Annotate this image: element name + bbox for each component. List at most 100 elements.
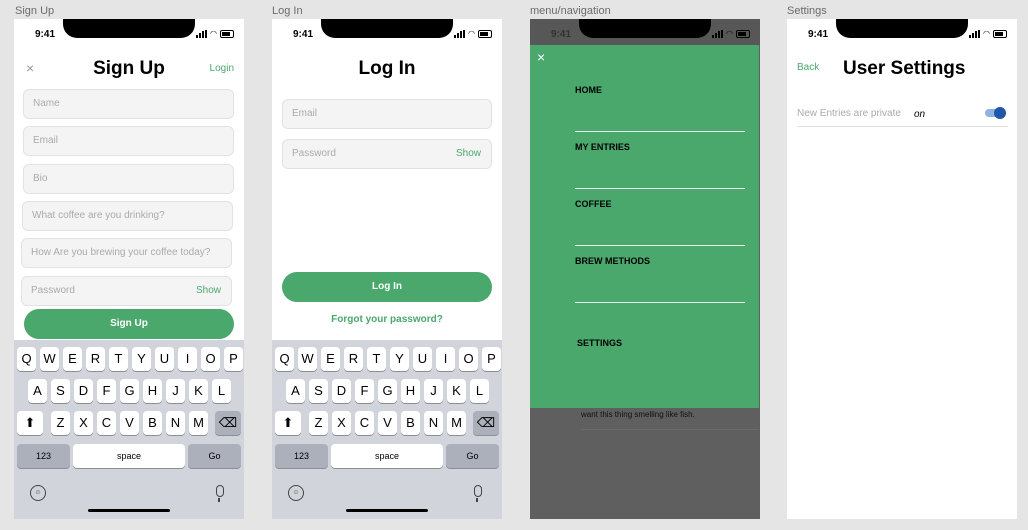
shift-key[interactable]: ⬆ (17, 411, 43, 435)
space-key[interactable]: space (73, 444, 185, 468)
key-m[interactable]: M (447, 411, 466, 435)
space-key[interactable]: space (331, 444, 443, 468)
key-o[interactable]: O (459, 347, 478, 371)
bio-field[interactable]: Bio (23, 164, 234, 194)
key-z[interactable]: Z (51, 411, 70, 435)
menu-item-my-entries[interactable]: MY ENTRIES (575, 142, 630, 152)
key-a[interactable]: A (28, 379, 47, 403)
key-a[interactable]: A (286, 379, 305, 403)
shift-key[interactable]: ⬆ (275, 411, 301, 435)
close-icon[interactable]: × (537, 49, 545, 65)
key-b[interactable]: B (143, 411, 162, 435)
name-field[interactable]: Name (23, 89, 234, 119)
key-u[interactable]: U (155, 347, 174, 371)
key-t[interactable]: T (109, 347, 128, 371)
go-key[interactable]: Go (188, 444, 241, 468)
menu-item-brew-methods[interactable]: BREW METHODS (575, 256, 650, 266)
settings-screen: 9:41 ◠ Back User Settings New Entries ar… (787, 19, 1017, 519)
delete-key[interactable]: ⌫ (215, 411, 241, 435)
key-h[interactable]: H (143, 379, 162, 403)
key-p[interactable]: P (224, 347, 243, 371)
key-z[interactable]: Z (309, 411, 328, 435)
key-h[interactable]: H (401, 379, 420, 403)
brewing-field[interactable]: How Are you brewing your coffee today? (21, 238, 232, 268)
frame-label-settings: Settings (787, 5, 827, 17)
menu-item-settings[interactable]: SETTINGS (577, 338, 622, 348)
key-g[interactable]: G (120, 379, 139, 403)
microphone-icon[interactable] (474, 485, 482, 502)
key-e[interactable]: E (321, 347, 340, 371)
key-d[interactable]: D (74, 379, 93, 403)
key-j[interactable]: J (424, 379, 443, 403)
key-l[interactable]: L (212, 379, 231, 403)
key-y[interactable]: Y (132, 347, 151, 371)
show-password-button[interactable]: Show (456, 140, 481, 168)
numbers-key[interactable]: 123 (17, 444, 70, 468)
signup-button[interactable]: Sign Up (24, 309, 234, 339)
background-divider (581, 429, 759, 430)
menu-screen: 9:41 ◠ × HOME MY ENTRIES COFFEE BREW MET… (530, 19, 760, 519)
key-x[interactable]: X (74, 411, 93, 435)
key-e[interactable]: E (63, 347, 82, 371)
navigation-drawer: × HOME MY ENTRIES COFFEE BREW METHODS SE… (530, 45, 759, 408)
key-n[interactable]: N (424, 411, 443, 435)
key-g[interactable]: G (378, 379, 397, 403)
key-x[interactable]: X (332, 411, 351, 435)
forgot-password-link[interactable]: Forgot your password? (272, 314, 502, 325)
coffee-field[interactable]: What coffee are you drinking? (22, 201, 233, 231)
key-s[interactable]: S (309, 379, 328, 403)
key-y[interactable]: Y (390, 347, 409, 371)
key-v[interactable]: V (120, 411, 139, 435)
signal-icon (969, 29, 981, 38)
key-m[interactable]: M (189, 411, 208, 435)
key-f[interactable]: F (355, 379, 374, 403)
key-w[interactable]: W (40, 347, 59, 371)
key-p[interactable]: P (482, 347, 501, 371)
microphone-icon[interactable] (216, 485, 224, 502)
key-c[interactable]: C (97, 411, 116, 435)
emoji-icon[interactable]: ☺ (288, 485, 304, 501)
key-v[interactable]: V (378, 411, 397, 435)
private-entries-toggle[interactable] (985, 107, 1006, 119)
password-field[interactable]: Password Show (21, 276, 232, 306)
key-c[interactable]: C (355, 411, 374, 435)
key-i[interactable]: I (178, 347, 197, 371)
password-placeholder: Password (292, 148, 336, 159)
email-field[interactable]: Email (282, 99, 492, 129)
email-field[interactable]: Email (23, 126, 234, 156)
delete-key[interactable]: ⌫ (473, 411, 499, 435)
key-q[interactable]: Q (275, 347, 294, 371)
key-d[interactable]: D (332, 379, 351, 403)
menu-divider (575, 131, 745, 132)
status-icons: ◠ (712, 29, 750, 38)
key-k[interactable]: K (189, 379, 208, 403)
keyboard: Q W E R T Y U I O P A S D F G H J K L ⬆ … (272, 340, 502, 519)
key-q[interactable]: Q (17, 347, 36, 371)
go-key[interactable]: Go (446, 444, 499, 468)
login-button[interactable]: Log In (282, 272, 492, 302)
key-u[interactable]: U (413, 347, 432, 371)
status-time: 9:41 (293, 29, 314, 40)
key-f[interactable]: F (97, 379, 116, 403)
back-button[interactable]: Back (797, 62, 819, 73)
key-j[interactable]: J (166, 379, 185, 403)
key-i[interactable]: I (436, 347, 455, 371)
menu-item-coffee[interactable]: COFFEE (575, 199, 612, 209)
key-k[interactable]: K (447, 379, 466, 403)
key-s[interactable]: S (51, 379, 70, 403)
numbers-key[interactable]: 123 (275, 444, 328, 468)
login-link[interactable]: Login (210, 63, 234, 74)
key-r[interactable]: R (86, 347, 105, 371)
key-w[interactable]: W (298, 347, 317, 371)
key-b[interactable]: B (401, 411, 420, 435)
key-t[interactable]: T (367, 347, 386, 371)
menu-item-home[interactable]: HOME (575, 85, 602, 95)
key-o[interactable]: O (201, 347, 220, 371)
key-l[interactable]: L (470, 379, 489, 403)
show-password-button[interactable]: Show (196, 277, 221, 305)
login-screen: 9:41 ◠ Log In Email Password Show Log In… (272, 19, 502, 519)
password-field[interactable]: Password Show (282, 139, 492, 169)
key-r[interactable]: R (344, 347, 363, 371)
emoji-icon[interactable]: ☺ (30, 485, 46, 501)
key-n[interactable]: N (166, 411, 185, 435)
